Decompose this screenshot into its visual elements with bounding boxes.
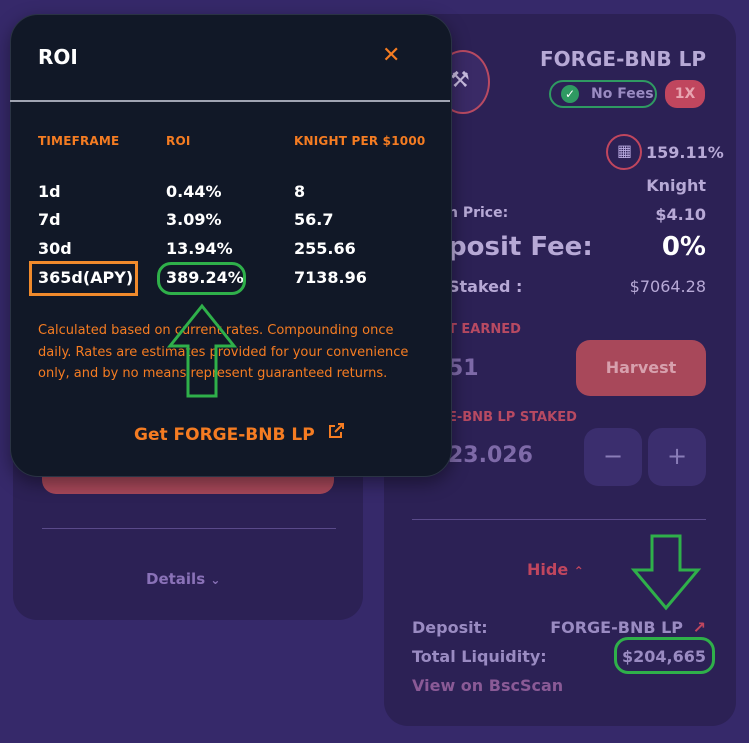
row-roi: 0.44% (166, 182, 222, 201)
staked-value: $7064.28 (629, 277, 706, 296)
deposit-fee-label: posit Fee: (448, 232, 593, 262)
chevron-down-icon: ⌄ (210, 573, 221, 587)
external-link-icon: ↗ (692, 618, 706, 637)
details-toggle[interactable]: Details ⌄ (146, 570, 220, 588)
no-fees-badge: ✓ No Fees (549, 80, 657, 108)
details-label: Details (146, 570, 206, 588)
external-link-icon (327, 422, 345, 445)
modal-title: ROI (38, 45, 78, 69)
down-arrow-annotation (630, 534, 702, 611)
column-header-roi: ROI (166, 134, 191, 148)
earn-value: Knight (646, 176, 706, 195)
earned-value: 51 (448, 356, 479, 381)
row-roi: 13.94% (166, 239, 233, 258)
get-lp-link[interactable]: Get FORGE-BNB LP (134, 422, 345, 445)
total-liquidity-label: Total Liquidity: (412, 647, 547, 666)
stake-plus-button[interactable]: + (648, 428, 706, 486)
check-icon: ✓ (561, 85, 579, 103)
price-value: $4.10 (655, 205, 706, 224)
farm-card-divider (412, 519, 706, 520)
row-timeframe: 7d (38, 210, 61, 229)
close-icon[interactable]: ✕ (382, 43, 400, 68)
staked-label: Staked : (448, 277, 523, 296)
lp-staked-value: 23.026 (448, 443, 533, 468)
get-lp-label: Get FORGE-BNB LP (134, 425, 315, 445)
roi-calculator-button[interactable]: ▦ (606, 134, 642, 170)
farm-title: FORGE-BNB LP (539, 47, 706, 71)
row-timeframe: 30d (38, 239, 72, 258)
deposit-value: FORGE-BNB LP (550, 618, 684, 637)
hide-toggle[interactable]: Hide ⌃ (527, 560, 584, 579)
no-fees-label: No Fees (591, 86, 654, 102)
price-label: n Price: (448, 205, 509, 221)
modal-divider (10, 100, 450, 102)
multiplier-badge: 1X (665, 80, 705, 108)
column-header-per1000: KNIGHT PER $1000 (294, 134, 426, 148)
left-card-divider (42, 528, 336, 529)
earned-label: T EARNED (448, 322, 521, 337)
up-arrow-annotation (166, 303, 238, 398)
calculator-icon: ▦ (617, 141, 633, 160)
total-liquidity-highlight (614, 637, 715, 674)
row-per1000: 56.7 (294, 210, 334, 229)
chevron-up-icon: ⌃ (573, 564, 584, 578)
unstake-minus-button[interactable]: − (584, 428, 642, 486)
hammer-icon: ⚒ (450, 68, 470, 93)
row-timeframe: 1d (38, 182, 61, 201)
apr-value: 159.11% (646, 143, 724, 162)
bscscan-link[interactable]: View on BscScan (412, 676, 563, 695)
row-per1000: 8 (294, 182, 306, 201)
row-roi: 3.09% (166, 210, 222, 229)
apy-timeframe-highlight (29, 261, 138, 296)
hide-label: Hide (527, 560, 569, 579)
lp-staked-label: E-BNB LP STAKED (448, 410, 577, 425)
harvest-button[interactable]: Harvest (576, 340, 706, 396)
row-per1000: 255.66 (294, 239, 356, 258)
deposit-label: Deposit: (412, 618, 488, 637)
deposit-fee-value: 0% (661, 232, 706, 262)
deposit-link[interactable]: FORGE-BNB LP ↗ (550, 618, 706, 637)
column-header-timeframe: TIMEFRAME (38, 134, 120, 148)
apy-roi-highlight (157, 262, 246, 295)
row-per1000: 7138.96 (294, 268, 367, 287)
